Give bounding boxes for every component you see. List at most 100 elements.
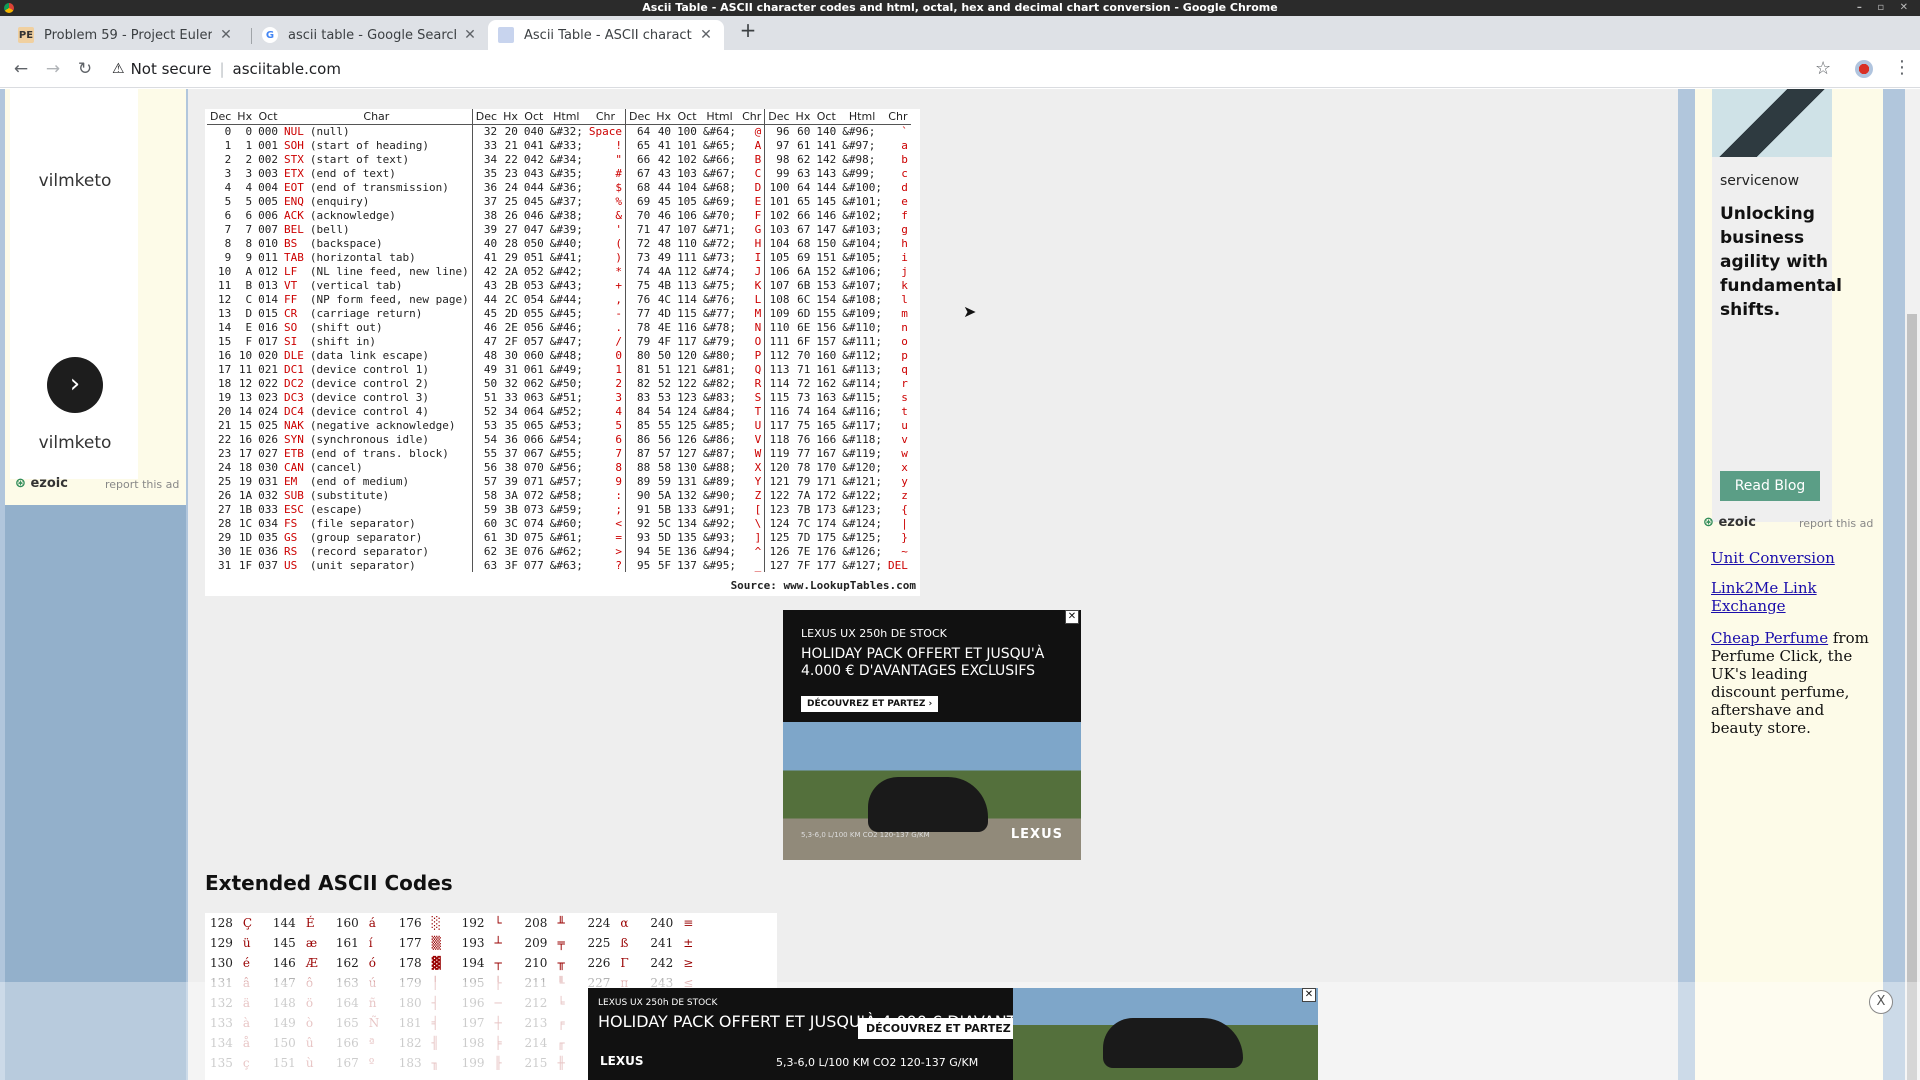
- left-ad[interactable]: vilmketo › vilmketo ⊛ ezoic report this …: [5, 89, 186, 505]
- table-cell: 53: [483, 418, 498, 432]
- table-cell: D: [245, 306, 253, 320]
- table-cell: 026: [258, 432, 278, 446]
- table-cell: 107: [769, 278, 790, 292]
- close-tab-icon[interactable]: ✕: [462, 27, 478, 43]
- lexus-ad[interactable]: LEXUS UX 250h DE STOCK HOLIDAY PACK OFFE…: [783, 610, 1081, 860]
- bookmark-star-icon[interactable]: ☆: [1815, 58, 1831, 79]
- read-blog-button[interactable]: Read Blog: [1720, 471, 1820, 501]
- tab-ascii-table[interactable]: Ascii Table - ASCII characte ✕: [488, 20, 724, 50]
- link-unit-conversion[interactable]: Unit Conversion: [1711, 549, 1871, 567]
- ad-car-photo[interactable]: 5,3-6,0 L/100 KM CO2 120-137 G/KM LEXUS: [783, 722, 1081, 860]
- bottom-ad-close-icon[interactable]: ✕: [1302, 988, 1316, 1002]
- table-cell: &#73;: [702, 250, 737, 264]
- link-cheap-perfume[interactable]: Cheap Perfume: [1711, 629, 1828, 647]
- tab-google-search[interactable]: G ascii table - Google Search ✕: [252, 20, 488, 50]
- table-cell: 176: [816, 544, 837, 558]
- table-cell: 225: [587, 936, 611, 950]
- table-cell: 7A: [797, 488, 811, 502]
- table-cell: &#43;: [549, 278, 583, 292]
- table-cell: 056: [523, 320, 544, 334]
- scrollbar-thumb[interactable]: [1907, 314, 1917, 1080]
- table-cell: &#114;: [842, 376, 882, 390]
- table-cell: 88: [637, 460, 651, 474]
- table-cell: 99: [776, 166, 790, 180]
- servicenow-logo[interactable]: servicenow: [1720, 173, 1799, 189]
- ad-headline[interactable]: HOLIDAY PACK OFFERT ET JUSQU'À 4.000 € D…: [801, 646, 1071, 680]
- table-row: 27 1B 033 ESC (escape) 59 3B 073 &#59;; 91 5B 133 &#…: [207, 502, 911, 516]
- table-cell: {: [901, 502, 908, 516]
- ad-message[interactable]: Unlocking business agility with fundamen…: [1720, 202, 1842, 322]
- close-tab-icon[interactable]: ✕: [698, 27, 714, 43]
- ad-illustration[interactable]: [1712, 89, 1832, 157]
- table-cell: &#54;: [549, 432, 583, 446]
- servicenow-ad[interactable]: servicenow Unlocking business agility wi…: [1695, 89, 1883, 539]
- table-cell: 140: [816, 124, 837, 138]
- table-cell: 3E: [504, 544, 518, 558]
- table-cell: (negative acknowledge): [306, 418, 473, 432]
- table-cell: 5D: [657, 530, 672, 544]
- bottom-lexus-ad[interactable]: LEXUS UX 250h DE STOCK HOLIDAY PACK OFFE…: [588, 988, 1318, 1080]
- table-cell: 36: [483, 180, 498, 194]
- table-cell: Y: [739, 474, 766, 488]
- table-cell: 132: [677, 488, 697, 502]
- table-cell: &#103;: [842, 222, 882, 236]
- report-ad-link[interactable]: report this ad: [105, 478, 179, 491]
- table-cell: 51: [657, 362, 672, 376]
- table-cell: H: [739, 236, 766, 250]
- project-euler-favicon-icon: PE: [18, 27, 34, 43]
- table-cell: 050: [523, 236, 544, 250]
- table-cell: 151: [816, 250, 837, 264]
- table-cell: K: [739, 278, 766, 292]
- ad-close-icon[interactable]: ✕: [1065, 610, 1079, 624]
- tab-project-euler[interactable]: PE Problem 59 - Project Euler ✕: [8, 20, 244, 50]
- ad-small-text[interactable]: LEXUS UX 250h DE STOCK: [598, 998, 717, 1008]
- table-cell: 95: [637, 558, 651, 572]
- table-cell: V: [739, 432, 766, 446]
- back-arrow-icon[interactable]: ←: [10, 58, 32, 80]
- table-cell: 70: [797, 348, 811, 362]
- table-cell: ß: [620, 936, 629, 950]
- ad-cta-button[interactable]: DÉCOUVREZ ET PARTEZ ›: [858, 1018, 1028, 1039]
- table-cell: 076: [523, 544, 544, 558]
- table-cell: +: [585, 278, 626, 292]
- forward-arrow-icon[interactable]: →: [42, 58, 64, 80]
- table-cell: |: [901, 516, 908, 530]
- close-tab-icon[interactable]: ✕: [218, 27, 234, 43]
- table-cell: i: [901, 250, 908, 264]
- table-cell: 46: [657, 208, 672, 222]
- left-ad-card[interactable]: [10, 89, 138, 479]
- kebab-menu-icon[interactable]: ⋮: [1893, 57, 1911, 78]
- url-text[interactable]: asciitable.com: [233, 60, 341, 78]
- reload-icon[interactable]: ↻: [74, 58, 96, 80]
- new-tab-icon[interactable]: +: [738, 19, 758, 41]
- profile-avatar-icon[interactable]: [1855, 60, 1873, 78]
- table-cell: 012: [258, 264, 278, 278]
- link-link2me[interactable]: Link2Me Link Exchange: [1711, 579, 1871, 615]
- web-page: vilmketo › vilmketo ⊛ ezoic report this …: [0, 89, 1920, 1080]
- table-cell: 66: [637, 152, 651, 166]
- table-cell: &#98;: [842, 152, 876, 166]
- left-ad-brand-bottom[interactable]: vilmketo: [5, 433, 145, 453]
- left-ad-brand-top[interactable]: vilmketo: [5, 171, 145, 191]
- table-cell: /: [585, 334, 626, 348]
- warning-icon[interactable]: ⚠: [112, 61, 125, 77]
- table-cell: &#110;: [842, 320, 882, 334]
- ad-small-text[interactable]: LEXUS UX 250h DE STOCK: [801, 627, 947, 640]
- sticky-bar-close-icon[interactable]: X: [1869, 990, 1893, 1014]
- ad-car-photo[interactable]: [1013, 988, 1318, 1080]
- window-controls[interactable]: – ▫ ✕: [1857, 0, 1914, 16]
- table-cell: 74: [637, 264, 651, 278]
- left-ad-next-button[interactable]: ›: [47, 357, 103, 413]
- table-cell: &#64;: [702, 124, 737, 138]
- table-cell: 3A: [504, 488, 518, 502]
- address-bar[interactable]: ⚠ Not secure | asciitable.com: [112, 55, 1812, 83]
- table-cell: 7: [245, 222, 253, 236]
- table-cell: 5C: [657, 516, 672, 530]
- table-cell: (device control 3): [306, 390, 473, 404]
- table-cell: 67: [797, 222, 811, 236]
- ad-cta-button[interactable]: DÉCOUVREZ ET PARTEZ ›: [801, 696, 939, 712]
- report-ad-link[interactable]: report this ad: [1799, 517, 1873, 530]
- table-cell: &#85;: [702, 418, 737, 432]
- table-cell: &#56;: [549, 460, 583, 474]
- security-label[interactable]: Not secure: [131, 60, 212, 78]
